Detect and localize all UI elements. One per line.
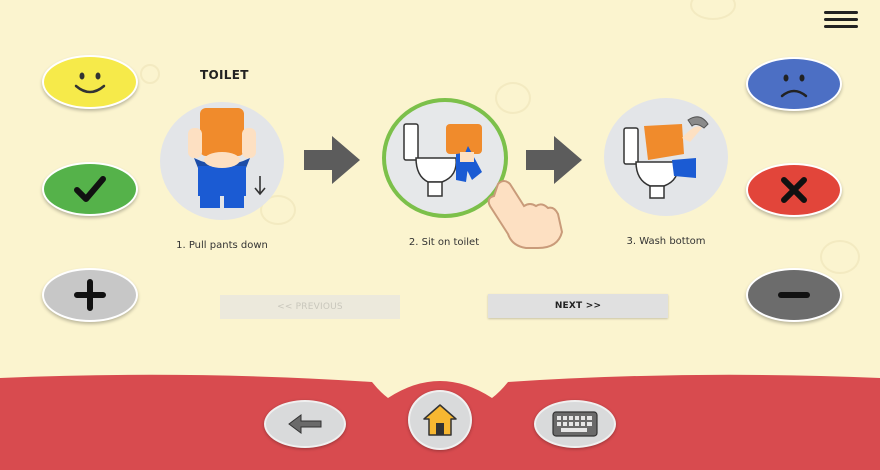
happy-face-icon [74,72,106,94]
step-1-label: 1. Pull pants down [176,240,268,251]
next-step-arrow-icon [526,136,582,184]
menu-line [824,18,858,21]
home-icon [423,404,457,436]
sad-face-icon [780,74,808,98]
keyboard-icon [552,411,598,437]
pull-pants-down-icon [188,108,266,208]
page-title: TOILET [200,68,249,82]
decorative-swirl [140,64,160,84]
yes-button[interactable] [42,162,138,216]
step-3-card[interactable] [604,98,728,216]
happy-face-button[interactable] [42,55,138,109]
plus-icon [74,279,106,311]
more-button[interactable] [42,268,138,322]
no-button[interactable] [746,163,842,217]
less-button[interactable] [746,268,842,322]
next-step-arrow-icon [304,136,360,184]
step-1-card[interactable] [160,102,284,220]
home-button[interactable] [408,390,472,450]
minus-icon [778,292,810,298]
next-button[interactable]: NEXT >> [488,294,668,318]
decorative-swirl [495,82,531,114]
back-arrow-icon [288,414,322,434]
menu-line [824,11,858,14]
decorative-swirl [820,240,860,274]
back-button[interactable] [264,400,346,448]
keyboard-button[interactable] [534,400,616,448]
previous-button[interactable]: << PREVIOUS [220,295,400,319]
menu-icon[interactable] [824,8,858,32]
cross-icon [781,177,807,203]
sad-face-button[interactable] [746,57,842,111]
step-3-label: 3. Wash bottom [626,236,706,247]
check-icon [74,176,106,202]
decorative-swirl [690,0,736,20]
menu-line [824,25,858,28]
step-2-label: 2. Sit on toilet [408,237,480,248]
wash-bottom-icon [623,116,709,199]
